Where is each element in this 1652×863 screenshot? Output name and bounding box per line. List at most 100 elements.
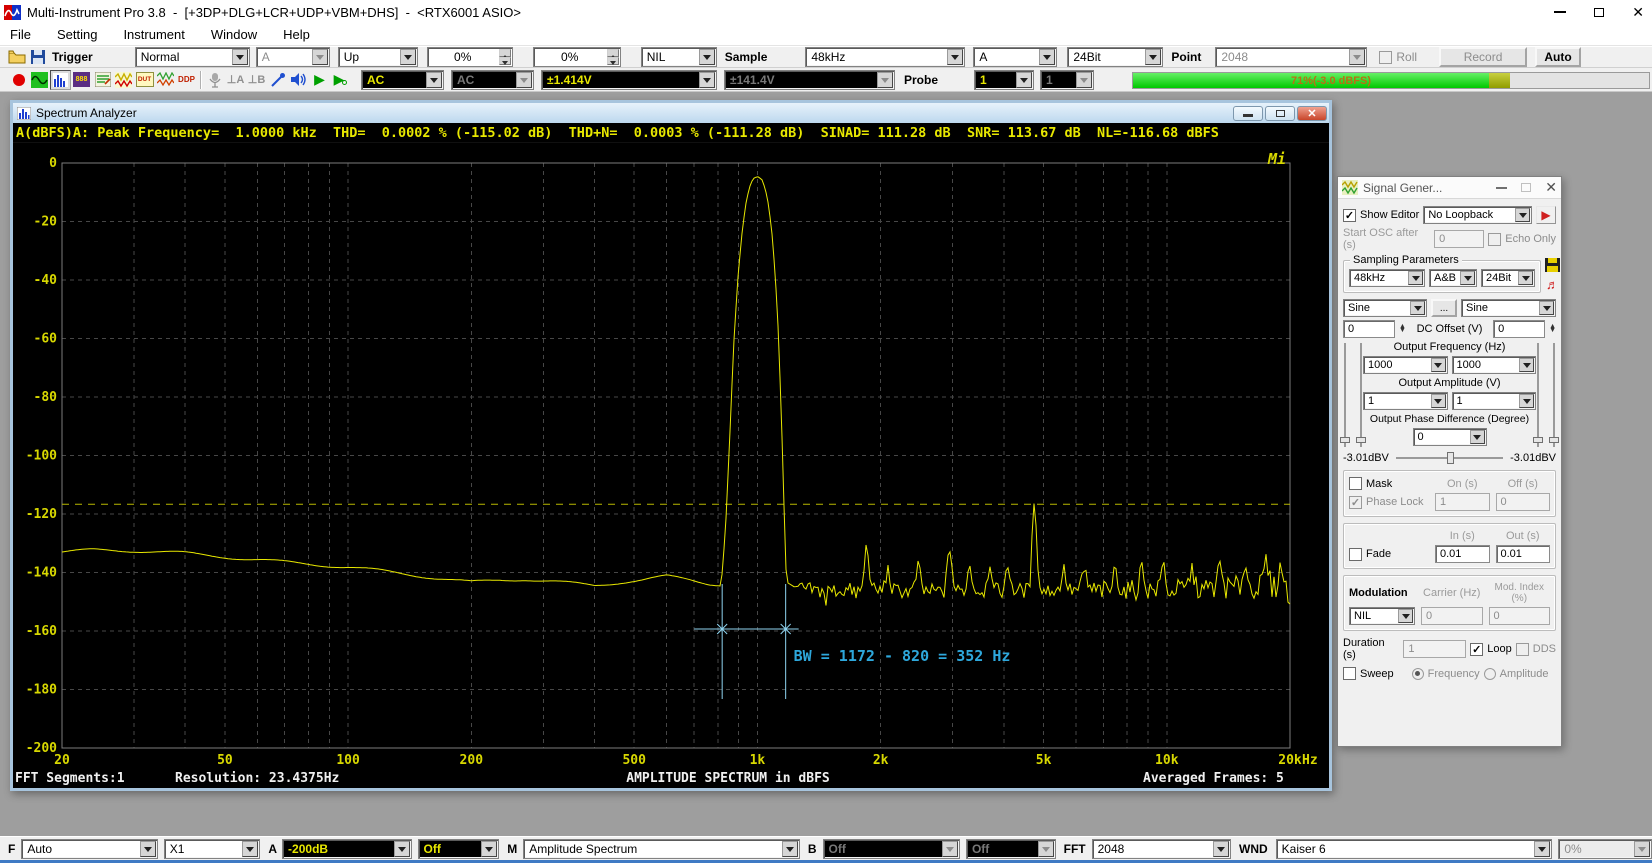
- trigger-mode-combo[interactable]: Normal: [135, 47, 250, 67]
- amp-a-combo[interactable]: 1: [1363, 392, 1448, 410]
- trigger-edge-combo[interactable]: Up: [338, 47, 418, 67]
- wave-more-button[interactable]: ...: [1431, 299, 1457, 317]
- sweep-frequency-radio[interactable]: Frequency: [1412, 668, 1480, 680]
- close-button[interactable]: ✕: [1632, 5, 1644, 19]
- trigger-source-combo[interactable]: A: [256, 47, 330, 67]
- oscilloscope-icon[interactable]: [29, 70, 50, 90]
- sg-bits-combo[interactable]: 24Bit: [1481, 269, 1535, 287]
- overlap-combo[interactable]: 0%: [1558, 839, 1652, 859]
- fade-out-input[interactable]: 0.01: [1496, 545, 1551, 563]
- echo-only-checkbox[interactable]: Echo Only: [1488, 233, 1556, 246]
- auto-button[interactable]: Auto: [1535, 47, 1581, 67]
- device-test-plan-icon[interactable]: DUT: [134, 70, 155, 90]
- trigger-hpf-combo[interactable]: NIL: [641, 47, 717, 67]
- loopback-combo[interactable]: No Loopback: [1423, 206, 1532, 224]
- range-a-display-combo[interactable]: -200dB: [282, 839, 411, 859]
- zoom-combo[interactable]: X1: [164, 839, 261, 859]
- signal-generator-icon[interactable]: [113, 70, 134, 90]
- fade-in-input[interactable]: 0.01: [1435, 545, 1490, 563]
- ground-a-icon[interactable]: ⊥A: [225, 70, 246, 90]
- fft-size-combo[interactable]: 2048: [1092, 839, 1231, 859]
- maximize-button[interactable]: [1594, 8, 1604, 17]
- menu-window[interactable]: Window: [211, 27, 257, 42]
- open-file-icon[interactable]: [6, 47, 27, 67]
- fade-checkbox[interactable]: Fade: [1349, 548, 1429, 561]
- spectrum-analyzer-icon[interactable]: [50, 70, 71, 90]
- probe-a-combo[interactable]: 1: [974, 70, 1034, 90]
- signal-generator-titlebar[interactable]: Signal Gener... ✕: [1338, 177, 1561, 199]
- play-output-icon[interactable]: ▶: [330, 70, 351, 90]
- ref-b-combo[interactable]: Off: [966, 839, 1056, 859]
- sg-music-icon[interactable]: ♬: [1545, 277, 1560, 292]
- freq-axis-combo[interactable]: Auto: [21, 839, 157, 859]
- ddp-viewer-icon[interactable]: DDP: [176, 70, 197, 90]
- amp-b-combo[interactable]: 1: [1452, 392, 1537, 410]
- range-a-combo[interactable]: ±1.414V: [541, 70, 717, 90]
- trigger-delay-spinner[interactable]: 0%: [533, 47, 621, 67]
- play-icon[interactable]: ▶: [309, 70, 330, 90]
- amplitude-slider-a[interactable]: [1343, 341, 1363, 449]
- sweep-amplitude-radio[interactable]: Amplitude: [1484, 668, 1549, 680]
- mask-off-input[interactable]: 0: [1496, 493, 1551, 511]
- data-logger-icon[interactable]: [92, 70, 113, 90]
- ground-b-icon[interactable]: ⊥B: [246, 70, 267, 90]
- window-fn-combo[interactable]: Kaiser 6: [1276, 839, 1553, 859]
- balance-slider[interactable]: [1396, 457, 1503, 459]
- coupling-a-combo[interactable]: AC: [361, 70, 444, 90]
- spectrum-analyzer-titlebar[interactable]: Spectrum Analyzer ✕: [13, 103, 1329, 123]
- sg-rate-combo[interactable]: 48kHz: [1349, 269, 1425, 287]
- menu-help[interactable]: Help: [283, 27, 310, 42]
- sa-minimize-button[interactable]: [1233, 106, 1263, 121]
- dds-checkbox[interactable]: DDS: [1516, 643, 1556, 656]
- speaker-icon[interactable]: [288, 70, 309, 90]
- probe-calibration-icon[interactable]: [267, 70, 288, 90]
- sa-maximize-button[interactable]: [1265, 106, 1295, 121]
- duration-input[interactable]: 1: [1403, 640, 1466, 658]
- sg-channels-combo[interactable]: A&B: [1429, 269, 1477, 287]
- sa-close-button[interactable]: ✕: [1297, 106, 1327, 121]
- ref-a-combo[interactable]: Off: [418, 839, 500, 859]
- microphone-icon[interactable]: [204, 70, 225, 90]
- wave-b-combo[interactable]: Sine: [1461, 299, 1556, 317]
- record-icon[interactable]: [8, 70, 29, 90]
- minimize-button[interactable]: [1554, 11, 1566, 13]
- menu-instrument[interactable]: Instrument: [123, 27, 184, 42]
- sg-save-icon[interactable]: [1545, 258, 1560, 275]
- sweep-checkbox[interactable]: Sweep: [1343, 667, 1394, 680]
- trigger-level-spinner[interactable]: 0%: [427, 47, 513, 67]
- sg-close-button[interactable]: ✕: [1545, 179, 1557, 196]
- sampling-rate-combo[interactable]: 48kHz: [805, 47, 965, 67]
- menu-file[interactable]: File: [10, 27, 31, 42]
- wave-a-combo[interactable]: Sine: [1343, 299, 1427, 317]
- sampling-bits-combo[interactable]: 24Bit: [1067, 47, 1163, 67]
- range-b-combo[interactable]: ±141.4V: [724, 70, 895, 90]
- loop-checkbox[interactable]: Loop: [1470, 643, 1511, 656]
- sampling-channel-combo[interactable]: A: [973, 47, 1057, 67]
- freq-a-combo[interactable]: 1000: [1363, 356, 1448, 374]
- start-osc-input[interactable]: 0: [1434, 230, 1484, 248]
- probe-b-combo[interactable]: 1: [1040, 70, 1094, 90]
- dc-b-spinner[interactable]: ▲▼: [1549, 325, 1556, 333]
- mask-checkbox[interactable]: Mask: [1349, 477, 1429, 490]
- record-button[interactable]: Record: [1439, 47, 1527, 67]
- spectrum-plot[interactable]: 0-20-40-60-80-100-120-140-160-180-200205…: [13, 143, 1329, 787]
- freq-b-combo[interactable]: 1000: [1452, 356, 1537, 374]
- multimeter-icon[interactable]: 888: [71, 70, 92, 90]
- sg-minimize-button[interactable]: [1496, 187, 1507, 189]
- mode-combo[interactable]: Amplitude Spectrum: [523, 839, 800, 859]
- menu-setting[interactable]: Setting: [57, 27, 97, 42]
- sg-play-button[interactable]: ▶: [1536, 206, 1556, 224]
- dc-a-spinner[interactable]: ▲▼: [1399, 325, 1406, 333]
- carrier-input[interactable]: 0: [1421, 607, 1483, 625]
- save-icon[interactable]: [27, 47, 48, 67]
- phase-lock-checkbox[interactable]: Phase Lock: [1349, 496, 1429, 509]
- coupling-b-combo[interactable]: AC: [451, 70, 534, 90]
- derived-data-icon[interactable]: [155, 70, 176, 90]
- mask-on-input[interactable]: 1: [1435, 493, 1490, 511]
- modulation-combo[interactable]: NIL: [1349, 607, 1415, 625]
- roll-checkbox[interactable]: Roll: [1379, 50, 1417, 64]
- record-length-combo[interactable]: 2048: [1215, 47, 1367, 67]
- range-b-display-combo[interactable]: Off: [823, 839, 960, 859]
- sg-maximize-button[interactable]: [1521, 183, 1531, 192]
- dc-offset-b-input[interactable]: 0: [1493, 320, 1545, 338]
